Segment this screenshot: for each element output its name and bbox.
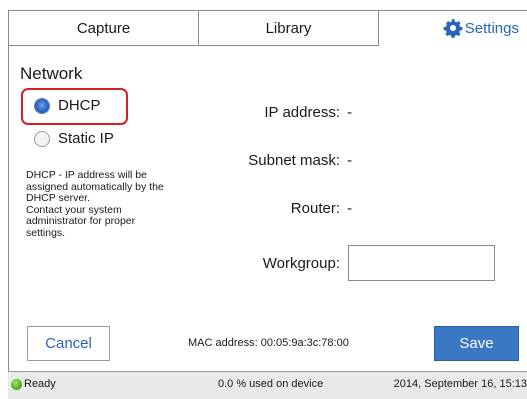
save-button[interactable]: Save bbox=[434, 326, 519, 361]
radio-unchecked-icon[interactable] bbox=[34, 130, 50, 147]
storage-usage: 0.0 % used on device bbox=[218, 378, 324, 390]
ip-address-value: - bbox=[347, 104, 352, 121]
tab-capture[interactable]: Capture bbox=[8, 10, 199, 46]
tab-settings[interactable]: Settings bbox=[379, 10, 527, 46]
help-line: DHCP server. bbox=[26, 192, 90, 204]
status-dot-icon bbox=[11, 378, 22, 390]
subnet-mask-value: - bbox=[347, 152, 352, 169]
mac-address: MAC address: 00:05:9a:3c:78:00 bbox=[188, 337, 349, 349]
network-heading: Network bbox=[20, 64, 83, 83]
gear-icon bbox=[443, 19, 463, 38]
workgroup-input[interactable] bbox=[348, 245, 495, 281]
static-ip-radio[interactable]: Static IP bbox=[34, 130, 114, 147]
tab-settings-label: Settings bbox=[464, 19, 519, 37]
tab-library-label: Library bbox=[265, 19, 312, 37]
status-bar: Ready 0.0 % used on device 2014, Septemb… bbox=[8, 371, 527, 399]
cancel-button[interactable]: Cancel bbox=[27, 326, 110, 361]
workgroup-label: Workgroup: bbox=[262, 255, 340, 272]
router-value: - bbox=[347, 200, 352, 217]
tab-library[interactable]: Library bbox=[198, 10, 379, 46]
tab-capture-label: Capture bbox=[76, 19, 131, 37]
status-datetime: 2014, September 16, 15:13 bbox=[393, 378, 527, 390]
status-ready-label: Ready bbox=[24, 378, 56, 390]
dhcp-help-text: DHCP - IP address will be assigned autom… bbox=[26, 169, 186, 239]
ip-address-label: IP address: bbox=[264, 104, 340, 121]
static-ip-radio-label: Static IP bbox=[58, 130, 114, 147]
help-line: settings. bbox=[26, 226, 66, 239]
help-line: administrator for proper bbox=[26, 215, 136, 227]
router-label: Router: bbox=[290, 200, 340, 217]
subnet-mask-label: Subnet mask: bbox=[248, 152, 340, 169]
help-line: DHCP - IP address will be bbox=[26, 169, 147, 181]
dhcp-highlight-box bbox=[21, 88, 128, 125]
status-ready: Ready bbox=[11, 378, 56, 390]
